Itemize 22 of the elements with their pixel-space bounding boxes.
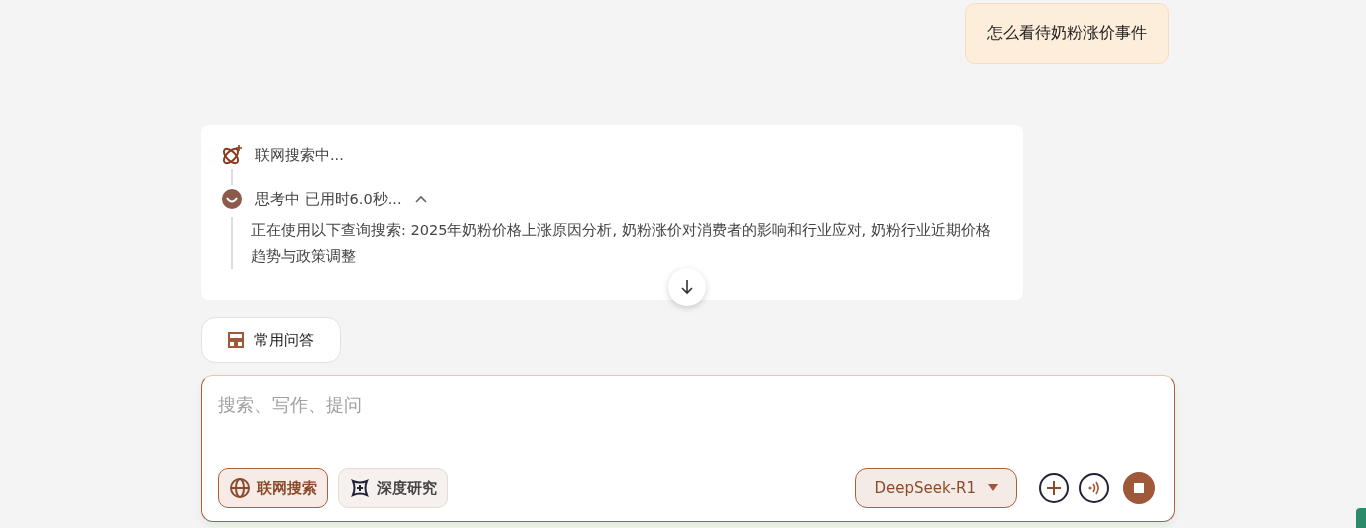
caret-icon[interactable]: [413, 194, 428, 204]
web-toggle[interactable]: 联网搜索: [218, 468, 328, 508]
step-label: 联网搜索中...: [255, 145, 344, 165]
voice-button[interactable]: [1079, 473, 1109, 503]
layout-icon: [228, 332, 244, 348]
plus-icon: [1046, 480, 1062, 496]
orbit-icon: [221, 144, 243, 166]
globe-icon: [229, 477, 251, 499]
faq-button[interactable]: 常用问答: [201, 317, 341, 363]
research-toggle[interactable]: 深度研究: [338, 468, 448, 508]
thinking-text: 正在使用以下查询搜索: 2025年奶粉价格上涨原因分析, 奶粉涨价对消费者的影响和行业应对, 奶粉行业近期价格趋势与政策调整: [251, 221, 992, 266]
model-dropdown[interactable]: DeepSeek-R1: [855, 468, 1017, 508]
caret-icon: [988, 484, 998, 492]
smile-icon: [221, 188, 243, 210]
sound-wave-icon: [1086, 480, 1102, 496]
add-button[interactable]: [1039, 473, 1069, 503]
step-label: 思考中 已用时6.0秒...: [255, 189, 402, 209]
user-message: 怎么看待奶粉涨价事件: [965, 3, 1169, 64]
message-field[interactable]: 搜索、写作、提问: [218, 390, 1158, 419]
stop-button[interactable]: [1123, 472, 1155, 504]
scroll-down-button[interactable]: [668, 268, 706, 306]
arrow-down-icon: [680, 279, 694, 295]
